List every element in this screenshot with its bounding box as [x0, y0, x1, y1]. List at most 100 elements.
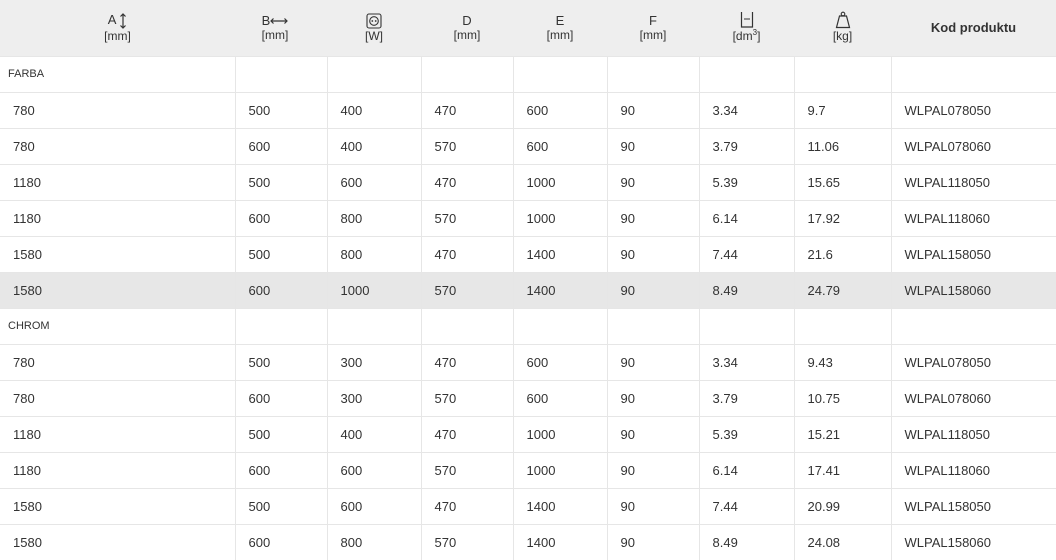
cell-volume: 8.49	[698, 523, 794, 560]
table-row: 1180 500 400 470 1000 90 5.39 15.21 WLPAL118050	[0, 415, 1056, 452]
cell-d: 570	[420, 127, 513, 164]
cell-f: 90	[606, 271, 699, 308]
cell-code: WLPAL118050	[890, 163, 1056, 200]
cell-power: 400	[326, 91, 421, 128]
empty-cell	[793, 55, 891, 92]
cell-volume: 3.79	[698, 379, 794, 416]
table-body: FARBA 780 500 400 470 600 90 3.34 9.7 WLPAL078050…	[0, 55, 1056, 560]
section-row: CHROM	[0, 307, 1056, 344]
cell-code: WLPAL078060	[890, 127, 1056, 164]
cell-d: 570	[420, 199, 513, 236]
header-power: [W]	[327, 0, 421, 56]
cell-weight: 24.08	[793, 523, 891, 560]
cell-b: 500	[234, 235, 327, 272]
cell-d: 470	[420, 235, 513, 272]
cell-volume: 3.34	[698, 343, 794, 380]
empty-cell	[512, 307, 607, 344]
cell-b: 600	[234, 127, 327, 164]
empty-cell	[326, 307, 421, 344]
cell-weight: 9.43	[793, 343, 891, 380]
header-a: A [mm]	[104, 11, 131, 43]
cell-a: 780	[0, 91, 235, 128]
empty-cell	[606, 307, 699, 344]
cell-weight: 20.99	[793, 487, 891, 524]
header-volume: [dm3]	[699, 0, 794, 56]
cell-power: 600	[326, 487, 421, 524]
cell-power: 300	[326, 343, 421, 380]
cell-f: 90	[606, 91, 699, 128]
cell-b: 500	[234, 487, 327, 524]
cell-f: 90	[606, 127, 699, 164]
cell-volume: 6.14	[698, 199, 794, 236]
cell-a: 1180	[0, 163, 235, 200]
cell-a: 1580	[0, 523, 235, 560]
cell-d: 470	[420, 91, 513, 128]
cell-volume: 8.49	[698, 271, 794, 308]
cell-d: 570	[420, 271, 513, 308]
empty-cell	[234, 307, 327, 344]
header-code: Kod produktu	[930, 20, 1017, 36]
cell-f: 90	[606, 235, 699, 272]
cell-e: 1400	[512, 487, 607, 524]
cell-e: 600	[512, 379, 607, 416]
cell-weight: 17.41	[793, 451, 891, 488]
cell-a: 780	[0, 379, 235, 416]
cell-volume: 7.44	[698, 487, 794, 524]
cell-volume: 3.79	[698, 127, 794, 164]
table-row: 1180 500 600 470 1000 90 5.39 15.65 WLPAL118050	[0, 163, 1056, 200]
empty-cell	[512, 55, 607, 92]
product-spec-table: A [mm] B [mm] [W] D [mm] E [mm] F [mm] […	[0, 0, 1056, 560]
cell-a: 1180	[0, 199, 235, 236]
cell-d: 470	[420, 415, 513, 452]
table-row: 1580 500 600 470 1400 90 7.44 20.99 WLPAL158050	[0, 487, 1056, 524]
cell-e: 1400	[512, 235, 607, 272]
cell-a: 780	[0, 343, 235, 380]
cell-d: 570	[420, 379, 513, 416]
header-f: F [mm]	[639, 12, 667, 42]
section-row: FARBA	[0, 55, 1056, 92]
container-icon	[740, 12, 753, 28]
table-row: 780 500 400 470 600 90 3.34 9.7 WLPAL078050	[0, 91, 1056, 128]
cell-power: 400	[326, 415, 421, 452]
empty-cell	[793, 307, 891, 344]
cell-power: 1000	[326, 271, 421, 308]
vertical-arrows-icon	[120, 12, 127, 29]
cell-e: 1400	[512, 523, 607, 560]
cell-b: 600	[234, 523, 327, 560]
cell-d: 470	[420, 487, 513, 524]
cell-e: 1000	[512, 451, 607, 488]
section-label: CHROM	[0, 307, 235, 344]
cell-power: 400	[326, 127, 421, 164]
cell-e: 1000	[512, 415, 607, 452]
cell-power: 600	[326, 163, 421, 200]
cell-e: 1000	[512, 163, 607, 200]
cell-power: 800	[326, 199, 421, 236]
cell-volume: 5.39	[698, 163, 794, 200]
cell-b: 600	[234, 379, 327, 416]
cell-code: WLPAL158060	[890, 523, 1056, 560]
cell-f: 90	[606, 343, 699, 380]
empty-cell	[420, 307, 513, 344]
header-row: A [mm] B [mm] [W] D [mm] E [mm] F [mm] […	[0, 0, 1056, 56]
cell-a: 1580	[0, 235, 235, 272]
cell-f: 90	[606, 487, 699, 524]
cell-power: 300	[326, 379, 421, 416]
table-row: 1580 500 800 470 1400 90 7.44 21.6 WLPAL158050	[0, 235, 1056, 272]
cell-code: WLPAL118050	[890, 415, 1056, 452]
table-row: 780 600 400 570 600 90 3.79 11.06 WLPAL078060	[0, 127, 1056, 164]
cell-b: 600	[234, 199, 327, 236]
cell-b: 500	[234, 343, 327, 380]
cell-weight: 17.92	[793, 199, 891, 236]
section-label: FARBA	[0, 55, 235, 92]
cell-f: 90	[606, 415, 699, 452]
empty-cell	[420, 55, 513, 92]
cell-volume: 6.14	[698, 451, 794, 488]
cell-weight: 11.06	[793, 127, 891, 164]
cell-a: 1180	[0, 415, 235, 452]
cell-code: WLPAL158050	[890, 235, 1056, 272]
cell-weight: 9.7	[793, 91, 891, 128]
cell-weight: 21.6	[793, 235, 891, 272]
cell-weight: 24.79	[793, 271, 891, 308]
cell-code: WLPAL078060	[890, 379, 1056, 416]
cell-weight: 10.75	[793, 379, 891, 416]
